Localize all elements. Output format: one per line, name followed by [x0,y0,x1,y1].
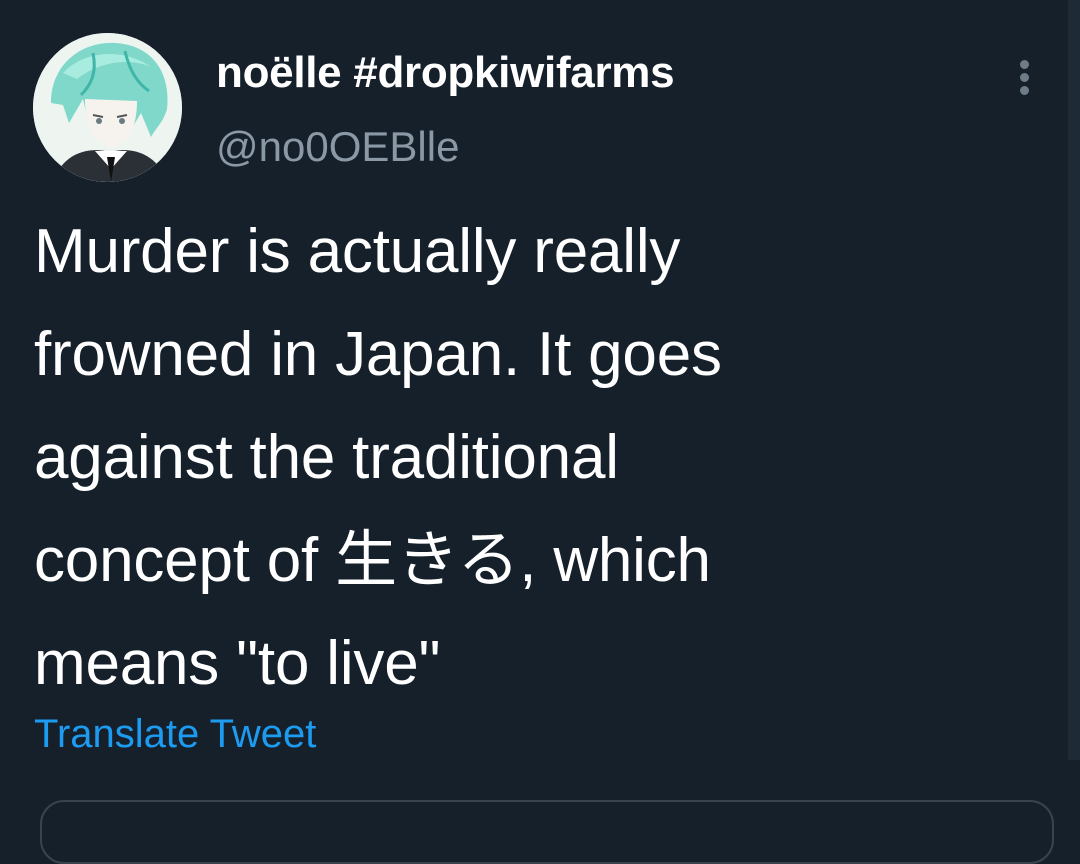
more-vertical-icon [1020,60,1029,69]
scrollbar-track [1068,0,1080,760]
tweet-text-line: frowned in Japan. It goes [34,320,722,389]
more-options-button[interactable] [1004,56,1044,98]
more-vertical-icon-dot-3 [1020,86,1029,95]
translate-tweet-link[interactable]: Translate Tweet [34,712,316,757]
embedded-card-edge [40,800,1054,864]
tweet-text-line: concept of 生きる, which [34,526,711,595]
avatar[interactable] [33,33,182,182]
tweet-text-line: Murder is actually really [34,217,681,286]
user-handle[interactable]: @no0OEBlle [216,123,459,171]
avatar-image [33,33,182,182]
tweet-text-line: means "to live" [34,629,441,698]
more-vertical-icon-dot-2 [1020,73,1029,82]
tweet-text: Murder is actually really frowned in Jap… [34,200,1034,715]
tweet-text-line: against the traditional [34,423,619,492]
tweet: noëlle #dropkiwifarms @no0OEBlle Murder … [0,0,1080,864]
display-name[interactable]: noëlle #dropkiwifarms [216,48,675,98]
